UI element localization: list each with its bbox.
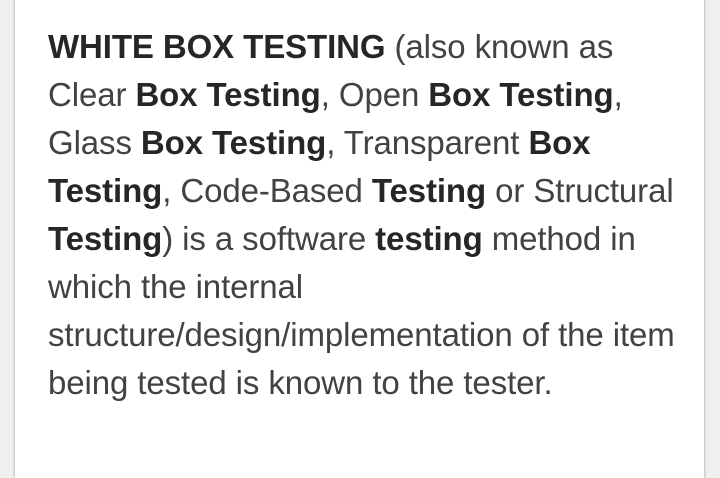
text-segment: ) is a software: [162, 220, 376, 257]
highlighted-term: Testing: [48, 220, 163, 257]
highlighted-term: Testing: [371, 172, 487, 209]
highlighted-term: Box Testing: [428, 76, 614, 113]
highlighted-term: Box Testing: [140, 124, 327, 161]
highlighted-term: testing: [375, 220, 483, 257]
definition-text: WHITE BOX TESTING (also known as Clear B…: [48, 23, 678, 407]
text-segment: or Structural: [486, 172, 674, 209]
text-segment: , Transparent: [326, 124, 529, 161]
text-segment: , Code-Based: [162, 172, 372, 209]
highlighted-term: Box Testing: [135, 76, 321, 113]
definition-card: WHITE BOX TESTING (also known as Clear B…: [15, 0, 704, 478]
text-segment: , Open: [320, 76, 429, 113]
term-heading: WHITE BOX TESTING: [48, 28, 386, 65]
